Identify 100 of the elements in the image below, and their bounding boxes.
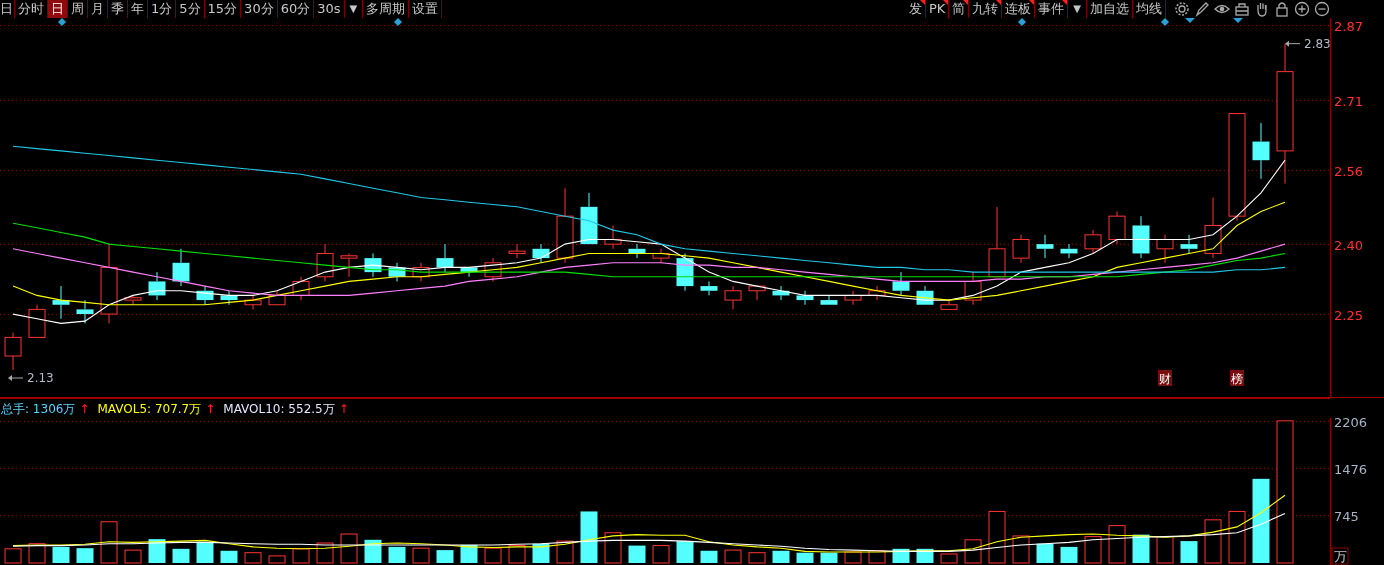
volume-bar	[988, 510, 1006, 564]
price-axis-label: 2.71	[1334, 93, 1363, 109]
toolbar-tab[interactable]: 连板	[1002, 0, 1036, 18]
rising-candle	[316, 243, 334, 282]
price-axis-label: 2.40	[1334, 237, 1363, 253]
falling-candle	[460, 266, 478, 278]
zoom-out-icon[interactable]	[1314, 1, 1330, 17]
toolbar-tab[interactable]: 加自选	[1087, 0, 1133, 18]
rising-candle	[292, 276, 310, 301]
falling-candle	[1036, 234, 1054, 259]
hand-icon[interactable]	[1254, 1, 1270, 17]
volume-bar	[508, 545, 526, 564]
volume-bar	[676, 541, 694, 563]
toolbar-tab[interactable]: 均线	[1133, 0, 1166, 18]
toolbar-tab[interactable]: 九转	[969, 0, 1003, 18]
volume-bar	[700, 550, 718, 563]
volume-bar	[1060, 546, 1078, 563]
volume-bar	[172, 548, 190, 563]
falling-candle	[436, 243, 454, 273]
rising-candle	[508, 243, 526, 259]
falling-candle	[532, 243, 550, 264]
zoom-in-icon[interactable]	[1294, 1, 1310, 17]
period-tab[interactable]: 年	[128, 0, 148, 18]
volume-bar	[604, 532, 622, 564]
arrow-glyph: ↑	[79, 400, 90, 418]
rising-candle	[1084, 229, 1102, 254]
rising-candle	[1108, 211, 1126, 245]
price-axis-label: 2.56	[1334, 163, 1363, 179]
volume-bar	[244, 552, 262, 564]
toolbar-tab[interactable]: 事件	[1035, 0, 1069, 18]
rising-candle	[868, 285, 886, 301]
toolbar-tab[interactable]: 简	[949, 0, 970, 18]
triangle-marker-icon	[1233, 18, 1243, 23]
falling-candle	[196, 285, 214, 306]
volume-bar	[820, 552, 838, 563]
volume-bar	[484, 547, 502, 564]
period-tab[interactable]: 周	[68, 0, 88, 18]
volume-bar	[1180, 541, 1198, 563]
falling-candle	[388, 262, 406, 282]
volume-bar	[1132, 534, 1150, 563]
rising-candle	[724, 285, 742, 310]
volume-bar	[100, 521, 118, 564]
rising-candle	[1012, 234, 1030, 264]
volume-bar	[1156, 536, 1174, 564]
event-badge[interactable]: 财	[1158, 370, 1172, 386]
lock-icon[interactable]	[1274, 1, 1290, 17]
volume-bar	[412, 547, 430, 564]
volume-bar	[940, 553, 958, 564]
briefcase-icon[interactable]	[1234, 1, 1250, 17]
falling-candle	[916, 285, 934, 306]
volume-bar	[796, 552, 814, 563]
volume-bar	[28, 543, 46, 564]
period-tab[interactable]: 日	[0, 0, 15, 18]
falling-candle	[172, 248, 190, 287]
rising-candle	[124, 294, 142, 306]
volume-bar	[580, 511, 598, 563]
volume-bar	[124, 549, 142, 564]
volume-bar	[1108, 525, 1126, 564]
falling-candle	[580, 192, 598, 245]
falling-candle	[796, 290, 814, 306]
rising-candle	[988, 206, 1006, 278]
leader-line	[1285, 40, 1301, 47]
volume-bar	[1228, 510, 1246, 564]
volume-bar	[724, 549, 742, 564]
rising-candle	[964, 271, 982, 306]
volume-bar	[316, 542, 334, 564]
falling-candle	[76, 299, 94, 324]
period-tab[interactable]: 月	[88, 0, 108, 18]
volume-bar	[436, 550, 454, 563]
falling-candle	[772, 285, 790, 301]
period-tab[interactable]: 多周期	[363, 0, 410, 18]
volume-bar	[268, 555, 286, 564]
period-tab[interactable]: 日	[48, 0, 68, 18]
period-tab[interactable]: 季	[108, 0, 128, 18]
volume-bar	[1204, 519, 1222, 564]
rising-candle	[748, 285, 766, 301]
price-axis-label: 2.25	[1334, 307, 1363, 323]
diamond-marker-icon	[1161, 18, 1169, 26]
period-tab[interactable]: 分时	[15, 0, 48, 18]
unit-label: 万	[1331, 547, 1349, 565]
volume-axis-label: 745	[1334, 508, 1359, 524]
rising-candle	[340, 252, 358, 278]
falling-candle	[892, 271, 910, 296]
arrow-glyph: ↑	[338, 400, 349, 418]
event-badge[interactable]: 榜	[1230, 370, 1244, 386]
rising-candle	[844, 290, 862, 306]
pen-icon[interactable]	[1194, 1, 1210, 17]
triangle-marker-icon	[1185, 18, 1195, 23]
falling-candle	[52, 285, 70, 320]
period-tab[interactable]: 设置	[409, 0, 443, 18]
rising-candle	[244, 294, 262, 310]
volume-bar	[1084, 536, 1102, 564]
volume-bar	[892, 548, 910, 563]
legend-text: MAVOL5: 707.7万	[97, 400, 202, 418]
volume-bar	[388, 546, 406, 563]
price-label: 2.13	[27, 371, 54, 385]
settings-icon[interactable]	[1174, 1, 1190, 17]
volume-bar	[844, 551, 862, 564]
rising-candle	[604, 225, 622, 250]
rising-candle	[412, 262, 430, 282]
